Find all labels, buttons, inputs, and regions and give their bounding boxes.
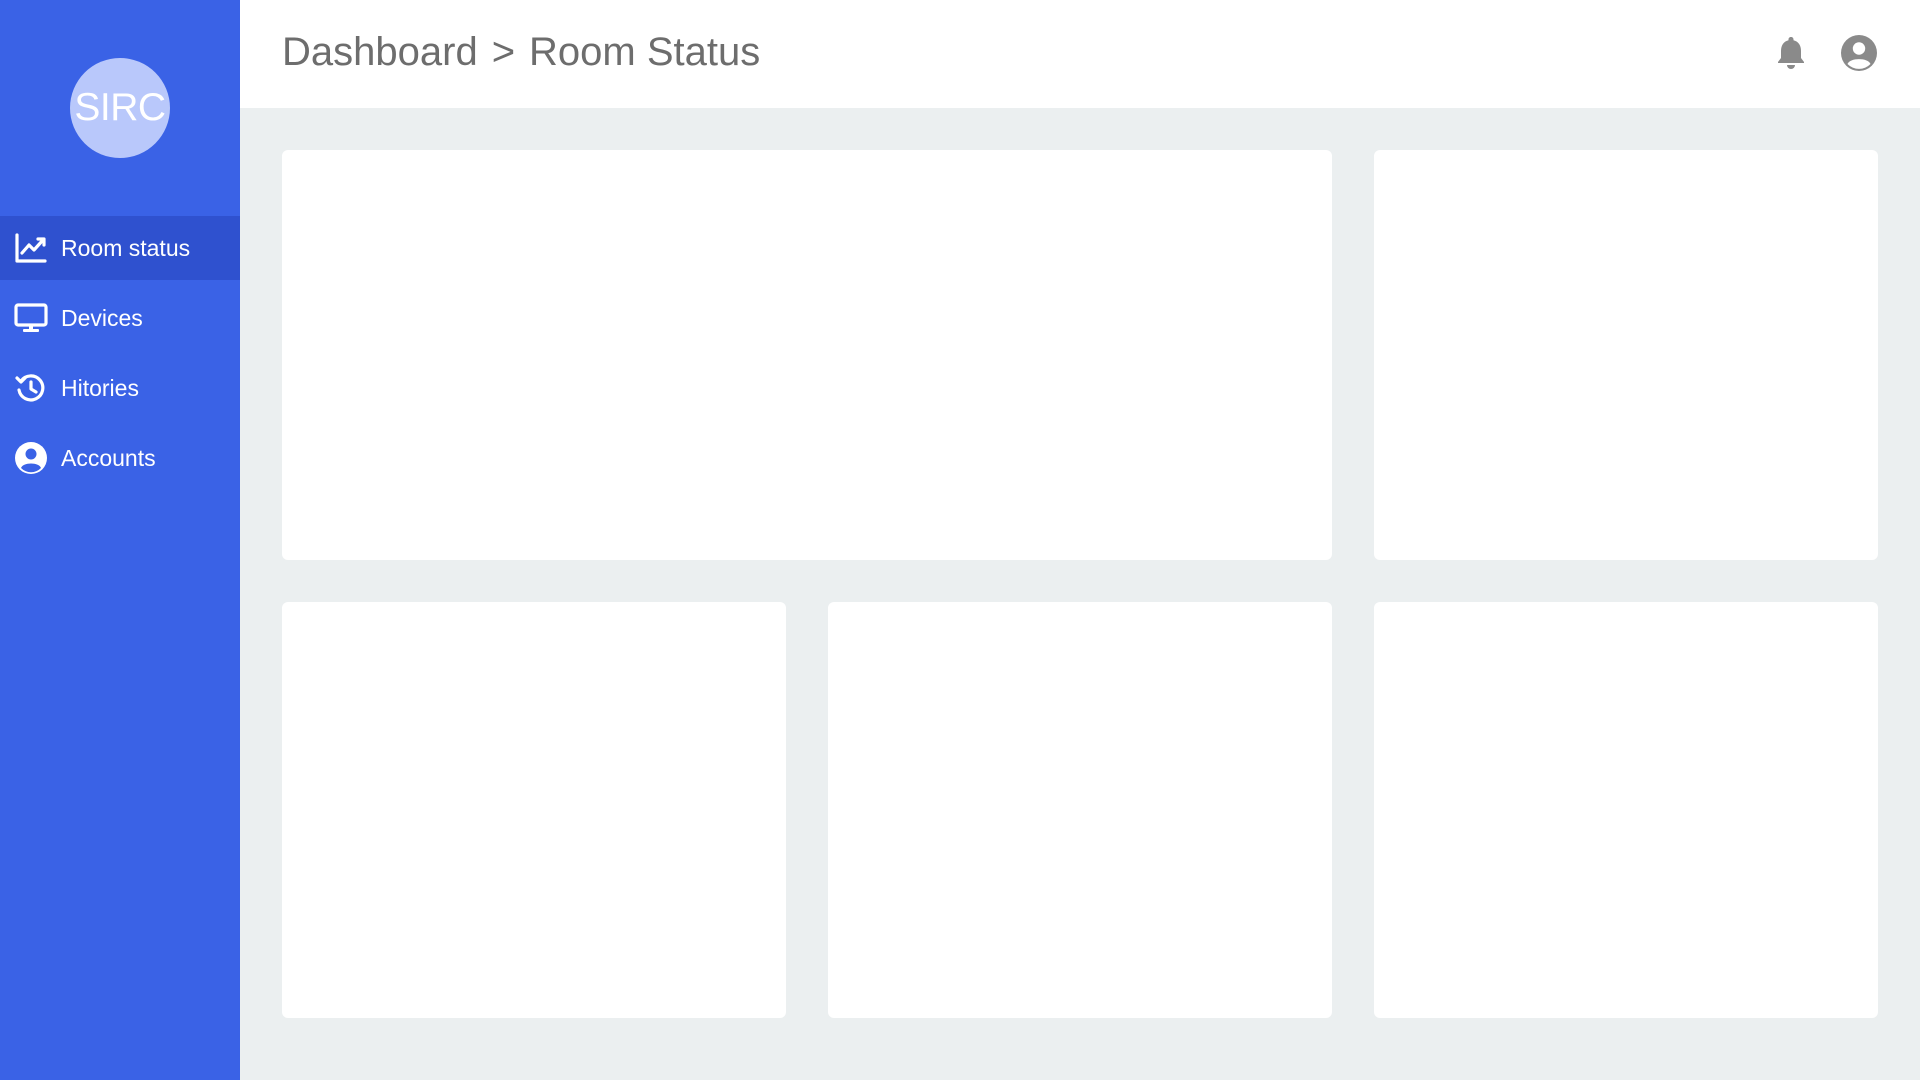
top-header: Dashboard > Room Status bbox=[240, 0, 1920, 108]
logo-text: SIRC bbox=[74, 86, 166, 129]
history-icon bbox=[14, 371, 48, 405]
user-circle-icon[interactable] bbox=[1840, 34, 1878, 72]
chart-line-icon bbox=[14, 231, 48, 265]
logo[interactable]: SIRC bbox=[70, 58, 170, 158]
card-panel-5 bbox=[1374, 602, 1878, 1018]
sidebar-item-accounts[interactable]: Accounts bbox=[0, 426, 240, 490]
card-panel-4 bbox=[828, 602, 1332, 1018]
sidebar-nav: Room status Devices Hitories Accounts bbox=[0, 216, 240, 496]
card-panel-2 bbox=[1374, 150, 1878, 560]
app-root: SIRC Room status Devices Hitories Accoun… bbox=[0, 0, 1920, 1080]
card-panel-1 bbox=[282, 150, 1332, 560]
breadcrumb: Dashboard > Room Status bbox=[282, 30, 760, 75]
sidebar-item-label: Hitories bbox=[61, 374, 139, 401]
breadcrumb-separator: > bbox=[491, 30, 516, 74]
sidebar-item-histories[interactable]: Hitories bbox=[0, 356, 240, 420]
monitor-icon bbox=[14, 301, 48, 335]
bell-icon[interactable] bbox=[1772, 34, 1810, 72]
breadcrumb-current: Room Status bbox=[529, 30, 761, 74]
sidebar-item-devices[interactable]: Devices bbox=[0, 286, 240, 350]
sidebar-item-label: Accounts bbox=[61, 444, 156, 471]
card-panel-3 bbox=[282, 602, 786, 1018]
sidebar-item-label: Devices bbox=[61, 304, 143, 331]
sidebar-item-label: Room status bbox=[61, 234, 191, 261]
breadcrumb-dashboard[interactable]: Dashboard bbox=[282, 30, 478, 75]
sidebar-item-room-status[interactable]: Room status bbox=[0, 216, 240, 280]
sidebar: SIRC Room status Devices Hitories Accoun… bbox=[0, 0, 240, 1080]
user-circle-icon bbox=[14, 441, 48, 475]
